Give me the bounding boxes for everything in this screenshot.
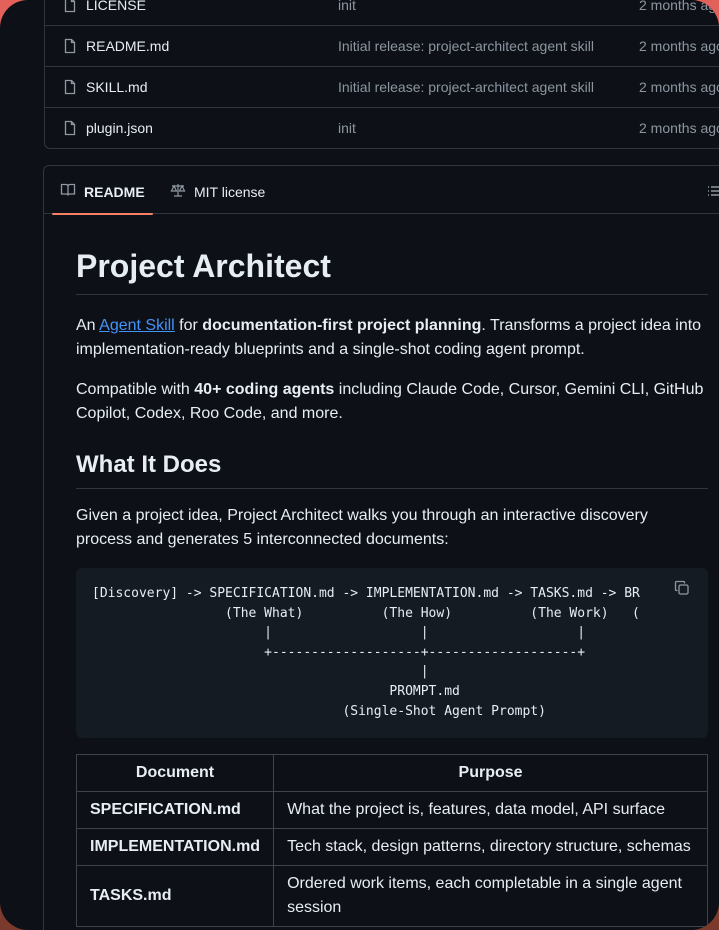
- table-cell-purpose: Tech stack, design patterns, directory s…: [273, 828, 708, 866]
- intro-paragraph: An Agent Skill for documentation-first p…: [76, 314, 708, 362]
- book-icon: [60, 182, 76, 201]
- documents-table: Document Purpose SPECIFICATION.md What t…: [75, 754, 708, 927]
- compat-bold: 40+ coding agents: [194, 381, 335, 398]
- file-row[interactable]: README.md Initial release: project-archi…: [45, 25, 719, 66]
- commit-date: 2 months ago: [639, 0, 719, 13]
- tab-license[interactable]: MIT license: [170, 182, 265, 201]
- code-text: [Discovery] -> SPECIFICATION.md -> IMPLE…: [92, 586, 640, 719]
- commit-message[interactable]: init: [338, 0, 356, 13]
- commit-date: 2 months ago: [639, 120, 719, 136]
- file-list: LICENSE init 2 months ago README.md Init…: [44, 0, 719, 149]
- file-name[interactable]: plugin.json: [86, 120, 153, 136]
- copy-icon[interactable]: [674, 580, 690, 601]
- intro-mid: for: [174, 317, 203, 334]
- table-row: TASKS.md Ordered work items, each comple…: [75, 865, 708, 927]
- commit-message[interactable]: Initial release: project-architect agent…: [338, 79, 594, 95]
- list-icon[interactable]: [706, 183, 719, 204]
- file-icon: [62, 38, 78, 57]
- file-icon: [62, 79, 78, 98]
- what-paragraph: Given a project idea, Project Architect …: [76, 507, 648, 548]
- table-cell-document: TASKS.md: [75, 865, 275, 927]
- file-name[interactable]: README.md: [86, 38, 169, 54]
- table-cell-document: IMPLEMENTATION.md: [75, 828, 275, 866]
- file-name[interactable]: LICENSE: [86, 0, 146, 13]
- table-row: IMPLEMENTATION.md Tech stack, design pat…: [75, 828, 708, 866]
- agent-skill-link[interactable]: Agent Skill: [99, 317, 175, 334]
- readme-title: Project Architect: [76, 248, 708, 295]
- code-block: [Discovery] -> SPECIFICATION.md -> IMPLE…: [76, 568, 708, 738]
- readme-tabs: README MIT license: [44, 166, 719, 215]
- file-name[interactable]: SKILL.md: [86, 79, 147, 95]
- intro-pre: An: [76, 317, 100, 334]
- table-cell-purpose: What the project is, features, data mode…: [273, 791, 708, 829]
- readme-panel: README MIT license Project Architect An …: [43, 165, 719, 930]
- compat-paragraph: Compatible with 40+ coding agents includ…: [76, 378, 708, 426]
- file-row[interactable]: SKILL.md Initial release: project-archit…: [45, 66, 719, 107]
- file-icon: [62, 120, 78, 139]
- table-cell-purpose: Ordered work items, each completable in …: [273, 865, 708, 927]
- browser-window: LICENSE init 2 months ago README.md Init…: [0, 0, 719, 930]
- commit-date: 2 months ago: [639, 38, 719, 54]
- compat-pre: Compatible with: [76, 381, 195, 398]
- what-it-does-heading: What It Does: [76, 450, 708, 489]
- file-icon: [62, 0, 78, 16]
- commit-message[interactable]: init: [338, 120, 356, 136]
- scale-icon: [170, 182, 186, 201]
- table-row: SPECIFICATION.md What the project is, fe…: [75, 791, 708, 829]
- file-row[interactable]: LICENSE init 2 months ago: [45, 0, 719, 25]
- table-header-row: Document Purpose: [75, 754, 708, 792]
- commit-message[interactable]: Initial release: project-architect agent…: [338, 38, 594, 54]
- tab-license-label: MIT license: [194, 183, 266, 200]
- table-cell-document: SPECIFICATION.md: [75, 791, 275, 829]
- table-header: Document: [75, 754, 275, 792]
- commit-date: 2 months ago: [639, 79, 719, 95]
- tab-readme[interactable]: README: [52, 182, 153, 215]
- tab-readme-label: README: [84, 183, 145, 200]
- file-row[interactable]: plugin.json init 2 months ago: [45, 107, 719, 148]
- table-header: Purpose: [273, 754, 708, 792]
- intro-bold: documentation-first project planning: [202, 317, 482, 334]
